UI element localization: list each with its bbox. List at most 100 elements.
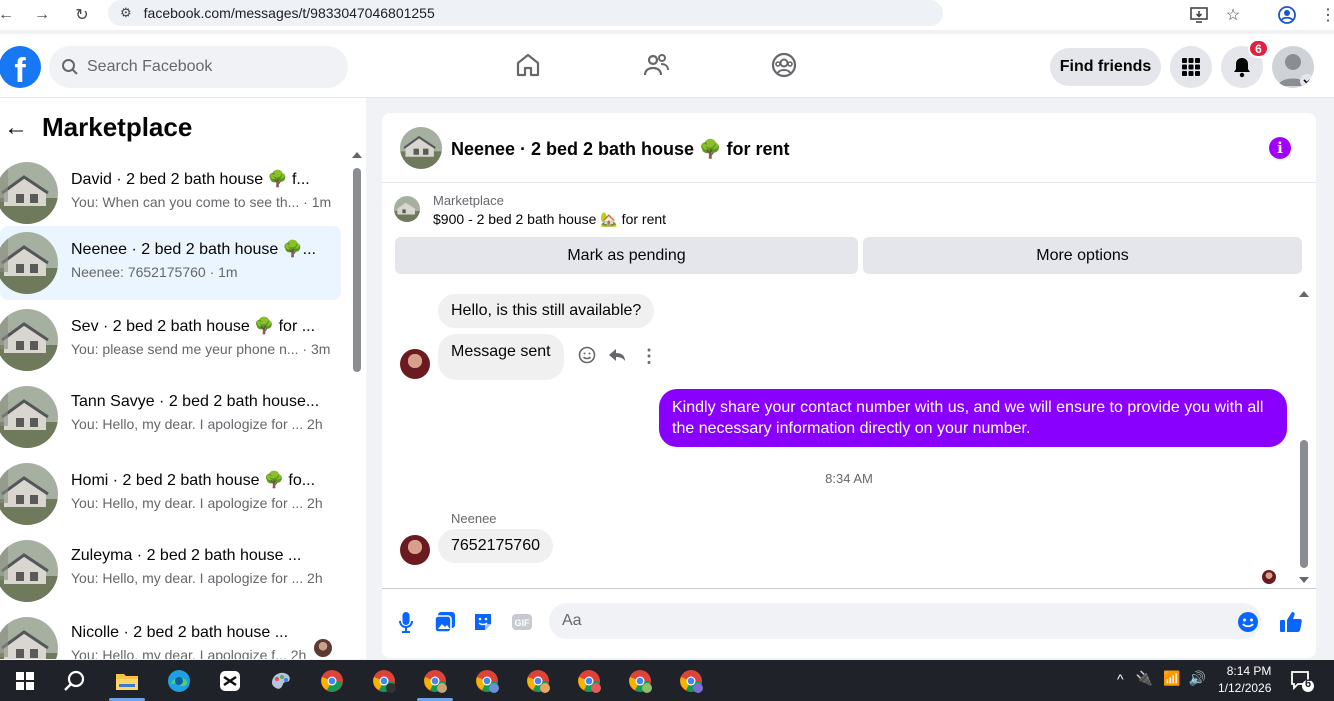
conversation-title: Zuleyma · 2 bed 2 bath house ...	[71, 547, 302, 564]
gif-icon[interactable]: GIF	[510, 610, 534, 634]
marketplace-label: Marketplace	[433, 193, 504, 208]
chat-title[interactable]: Neenee · 2 bed 2 bath house 🌳 for rent	[451, 139, 789, 160]
back-arrow-icon[interactable]: ←	[4, 114, 28, 142]
sender-avatar[interactable]	[400, 535, 430, 565]
home-icon[interactable]	[514, 51, 542, 84]
sidebar-title: Marketplace	[42, 112, 193, 142]
reply-icon[interactable]	[608, 346, 626, 369]
listing-thumbnail	[0, 232, 58, 294]
photo-attach-icon[interactable]	[433, 610, 457, 634]
notification-count-badge: 6	[1248, 39, 1269, 58]
conversation-item[interactable]: Sev · 2 bed 2 bath house 🌳 for ... You: …	[0, 303, 341, 377]
conversation-item[interactable]: David · 2 bed 2 bath house 🌳 f... You: W…	[0, 156, 341, 230]
install-app-icon[interactable]	[1187, 3, 1211, 27]
friends-icon[interactable]	[642, 51, 670, 84]
more-actions-icon[interactable]: ⋮	[640, 346, 658, 367]
clock-time: 8:14 PM	[1226, 664, 1272, 678]
menu-kebab-icon[interactable]: ⋮	[1316, 3, 1334, 27]
search-icon[interactable]	[62, 668, 88, 694]
conversation-item[interactable]: Homi · 2 bed 2 bath house 🌳 fo... You: H…	[0, 457, 341, 531]
chat-listing-thumbnail[interactable]	[400, 127, 442, 169]
wifi-icon[interactable]: 📶	[1163, 670, 1180, 687]
paint-app-icon[interactable]	[268, 668, 294, 694]
address-bar[interactable]: ⚙ facebook.com/messages/t/98330470468012…	[108, 0, 943, 26]
site-settings-icon[interactable]: ⚙	[120, 5, 132, 21]
speaker-icon[interactable]: 🔊	[1188, 670, 1205, 687]
chrome-profile-icon[interactable]	[474, 668, 500, 694]
marketplace-listing-summary[interactable]: Marketplace $900 - 2 bed 2 bath house 🏡 …	[394, 193, 666, 228]
chrome-profile-icon[interactable]	[525, 668, 551, 694]
thumbs-up-icon[interactable]	[1279, 610, 1303, 634]
info-icon[interactable]: i	[1269, 137, 1291, 159]
more-options-button[interactable]: More options	[863, 237, 1302, 274]
clock-date: 1/12/2026	[1218, 681, 1272, 695]
notification-center-count: 6	[1304, 678, 1312, 690]
listing-price-title: $900 - 2 bed 2 bath house 🏡 for rent	[433, 211, 667, 227]
chrome-profile-icon[interactable]	[576, 668, 602, 694]
reload-icon[interactable]: ↻	[70, 3, 94, 27]
message-input[interactable]: Aa	[549, 603, 1261, 639]
forward-arrow-icon[interactable]: →	[30, 3, 54, 27]
message-timestamp: 8:34 AM	[825, 471, 873, 486]
back-arrow-icon[interactable]: ←	[0, 3, 18, 27]
capcut-icon[interactable]	[217, 668, 243, 694]
account-avatar[interactable]	[1272, 46, 1314, 88]
sticker-icon[interactable]	[471, 610, 495, 634]
sender-avatar[interactable]	[400, 349, 430, 379]
conversation-title: Nicolle · 2 bed 2 bath house ...	[71, 624, 289, 641]
read-receipt-avatar	[1262, 570, 1276, 584]
browser-toolbar: ← → ↻ ⚙ facebook.com/messages/t/98330470…	[0, 0, 1334, 30]
url-text: facebook.com/messages/t/9833047046801255	[143, 5, 435, 21]
sidebar-header: ← Marketplace	[4, 112, 192, 143]
bookmark-star-icon[interactable]: ☆	[1221, 3, 1245, 27]
conversation-item[interactable]: Zuleyma · 2 bed 2 bath house ... You: He…	[0, 534, 341, 608]
message-input-placeholder: Aa	[562, 612, 582, 629]
menu-grid-icon[interactable]	[1170, 46, 1212, 88]
conversation-preview: You: please send me yeur phone n... · 3m	[71, 341, 331, 357]
react-emoji-icon[interactable]	[578, 346, 596, 369]
message-bubble-incoming: Message sent	[438, 334, 564, 380]
chrome-icon[interactable]	[319, 668, 345, 694]
conversation-preview: You: When can you come to see th... · 1m	[71, 194, 332, 210]
chevron-up-icon[interactable]: ^	[1117, 671, 1124, 687]
chat-scroll-up-arrow[interactable]	[1299, 291, 1309, 297]
chat-scroll-down-arrow[interactable]	[1299, 577, 1309, 583]
conversation-title: Tann Savye · 2 bed 2 bath house...	[71, 393, 320, 410]
listing-thumbnail	[0, 617, 58, 659]
listing-thumbnail	[394, 196, 420, 222]
facebook-logo[interactable]: f	[0, 46, 41, 88]
message-bubble-incoming: Hello, is this still available?	[438, 294, 655, 328]
notification-center-icon[interactable]: 6	[1290, 670, 1314, 692]
conversation-title: Neenee · 2 bed 2 bath house 🌳...	[71, 241, 316, 258]
battery-plug-icon[interactable]: 🔌	[1136, 670, 1153, 687]
conversation-item-active[interactable]: Neenee · 2 bed 2 bath house 🌳... Neenee:…	[0, 226, 341, 300]
microphone-icon[interactable]	[394, 610, 418, 634]
sidebar-scrollbar[interactable]	[353, 168, 361, 372]
message-thread: Hello, is this still available? Message …	[382, 285, 1316, 589]
conversation-item[interactable]: Nicolle · 2 bed 2 bath house ... You: He…	[0, 611, 341, 659]
chrome-profile-icon[interactable]	[678, 668, 704, 694]
conversation-title: David · 2 bed 2 bath house 🌳 f...	[71, 171, 310, 188]
chrome-profile-icon[interactable]	[371, 668, 397, 694]
mark-as-pending-button[interactable]: Mark as pending	[395, 237, 858, 274]
chat-scrollbar[interactable]	[1300, 440, 1308, 568]
edge-browser-icon[interactable]	[166, 668, 192, 694]
groups-icon[interactable]	[770, 51, 798, 84]
chrome-profile-icon[interactable]	[422, 668, 448, 694]
find-friends-button[interactable]: Find friends	[1050, 48, 1161, 86]
conversation-item[interactable]: Tann Savye · 2 bed 2 bath house... You: …	[0, 380, 341, 454]
scroll-up-arrow[interactable]	[352, 152, 362, 158]
emoji-picker-icon[interactable]	[1236, 610, 1260, 634]
conversation-preview: Neenee: 7652175760 · 1m	[71, 264, 238, 280]
conversation-title: Sev · 2 bed 2 bath house 🌳 for ...	[71, 318, 316, 335]
file-explorer-icon[interactable]	[114, 668, 140, 694]
conversations-sidebar: ← Marketplace David · 2 bed 2 bath house…	[0, 98, 366, 659]
search-input[interactable]: Search Facebook	[49, 46, 348, 88]
chrome-profile-icon[interactable]	[627, 668, 653, 694]
clock[interactable]: 8:14 PM 1/12/2026	[1218, 663, 1271, 697]
profile-icon[interactable]	[1275, 3, 1299, 27]
windows-start-icon[interactable]	[12, 668, 38, 694]
system-tray: ^ 🔌 📶 🔊	[1117, 670, 1206, 687]
conversation-preview: You: Hello, my dear. I apologize for ...…	[71, 416, 323, 432]
listing-thumbnail	[0, 309, 58, 371]
